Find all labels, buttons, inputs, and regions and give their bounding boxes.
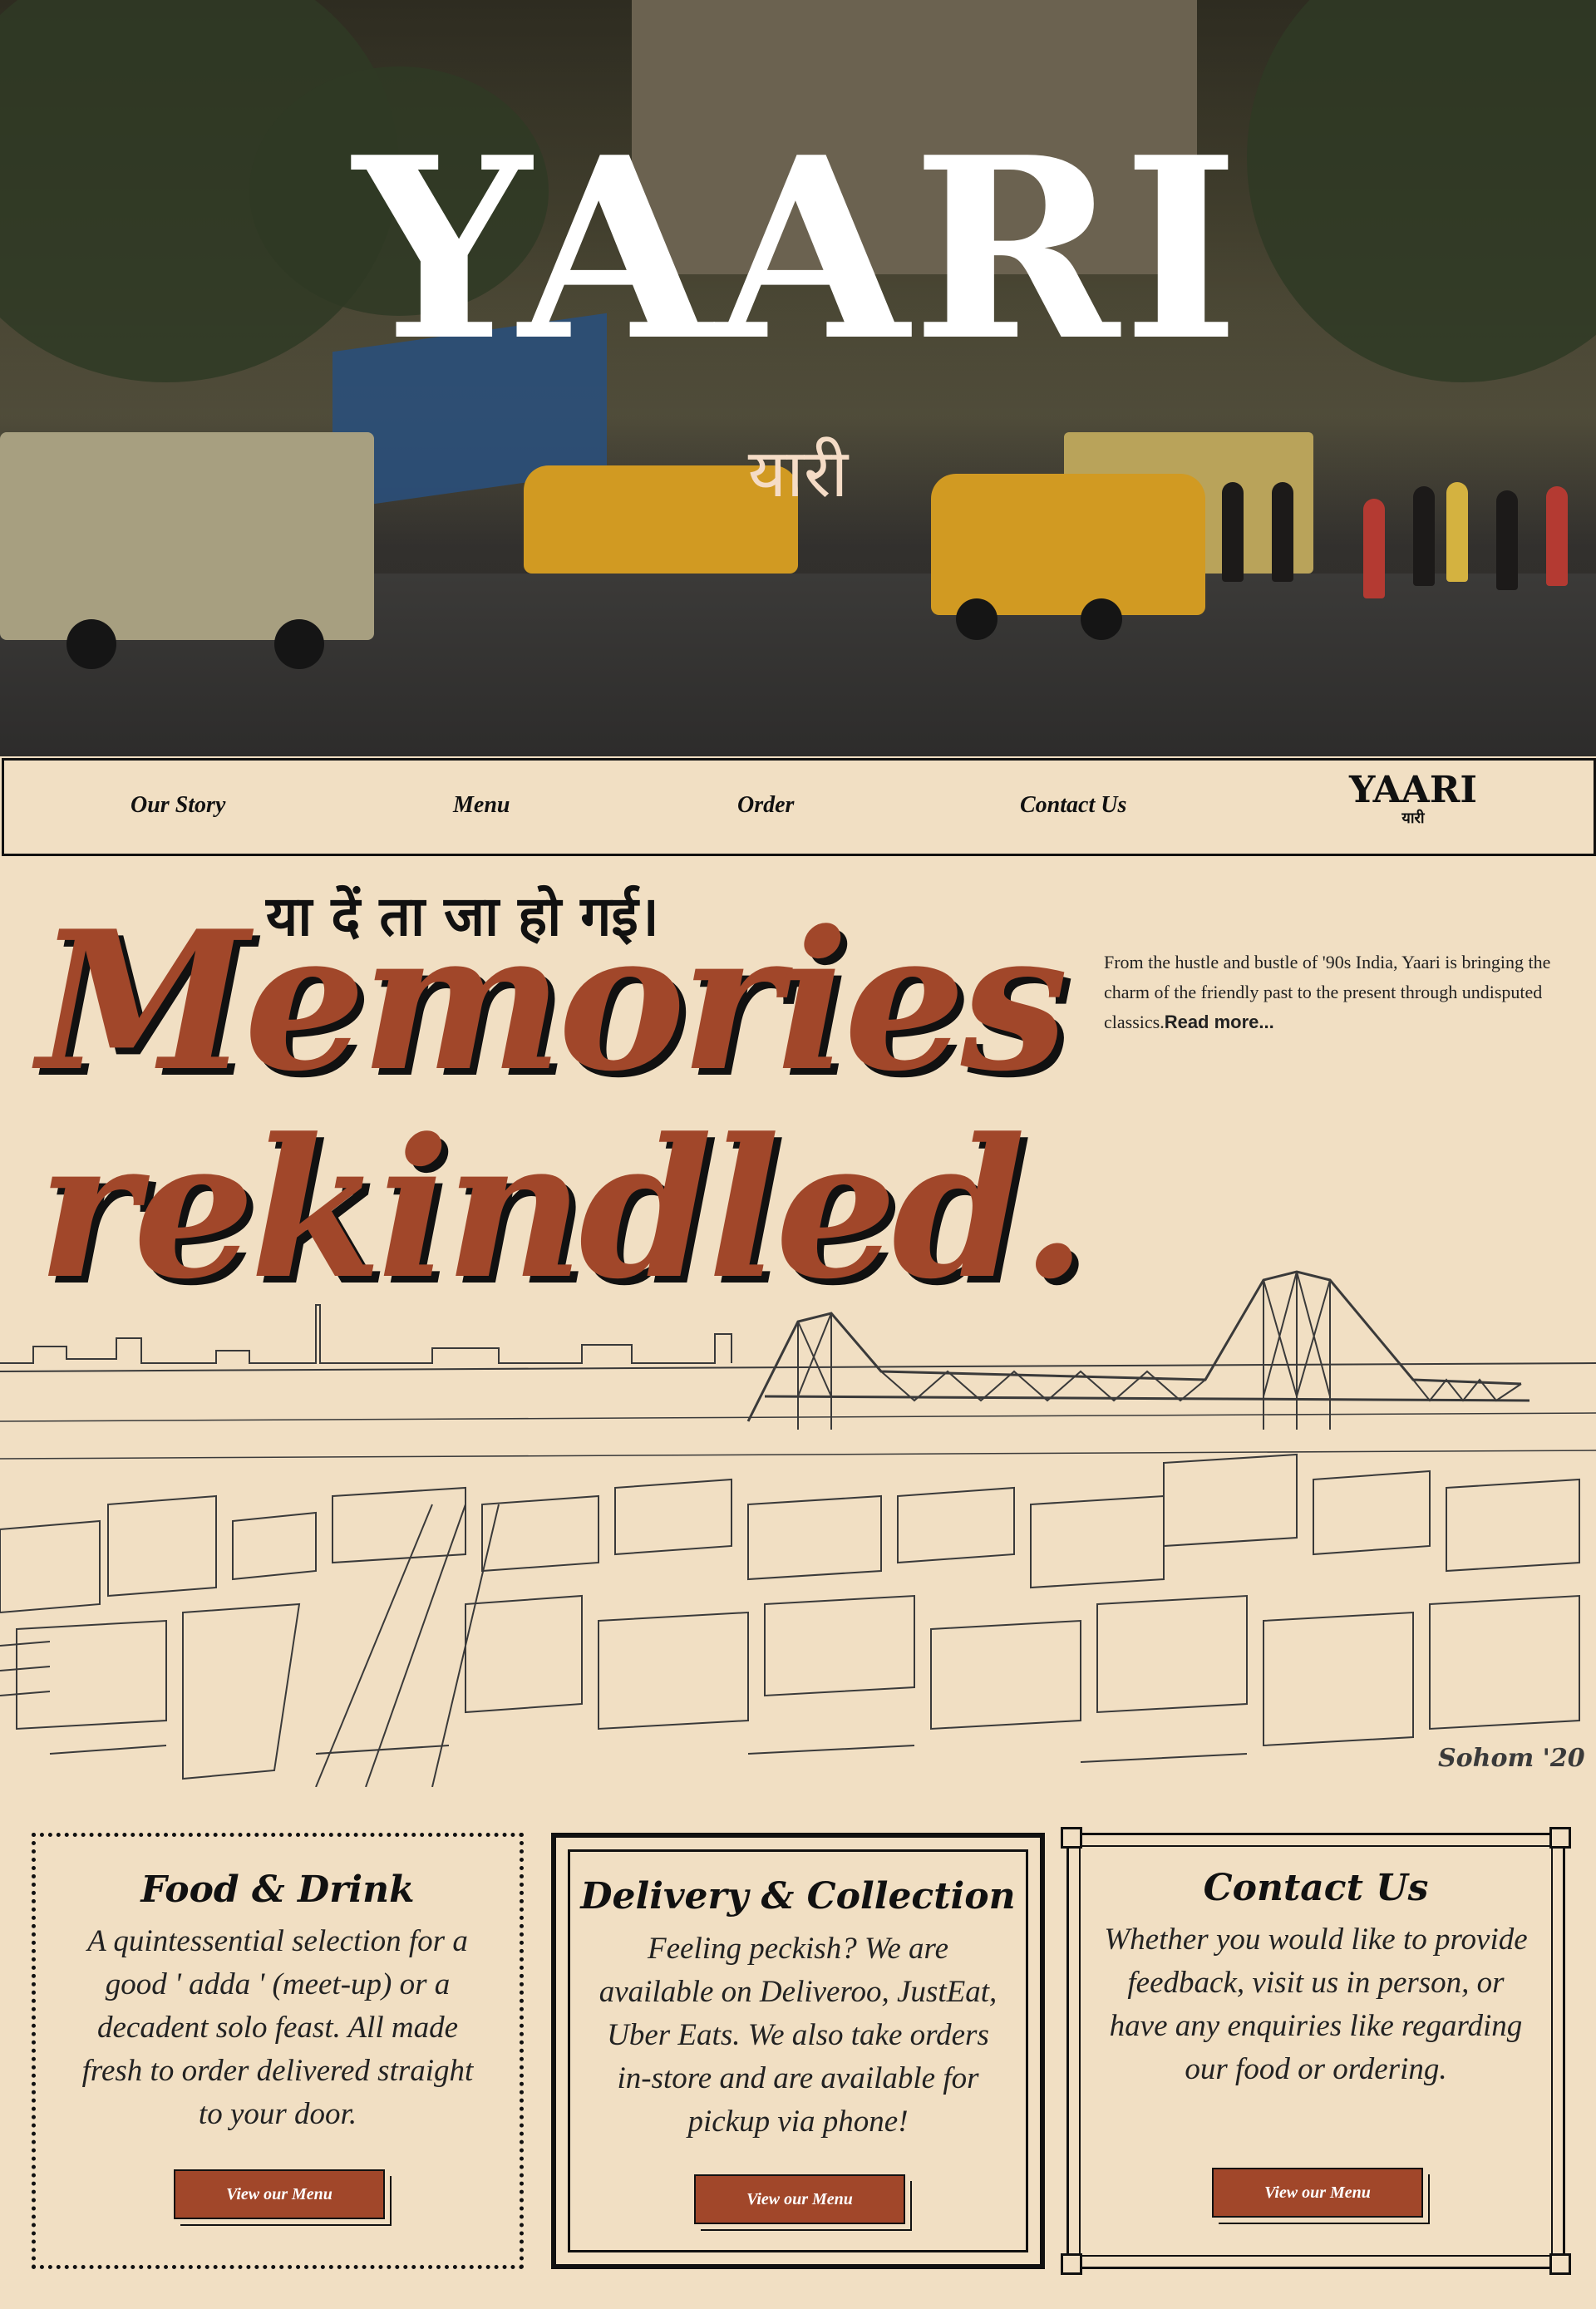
read-more-link[interactable]: Read more... bbox=[1165, 1012, 1274, 1032]
card-corner bbox=[1061, 1827, 1082, 1849]
card-corner bbox=[1061, 2253, 1082, 2275]
card-text: Feeling peckish? We are available on Del… bbox=[598, 1932, 998, 2139]
card-title: Delivery & Collection bbox=[580, 1875, 1016, 1918]
sketch-signature: Sohom '20 bbox=[1438, 1744, 1585, 1773]
card-corner bbox=[1549, 2253, 1571, 2275]
card-title: Food & Drink bbox=[140, 1868, 415, 1911]
hero-title: YAARI bbox=[352, 102, 1244, 396]
nav-order[interactable]: Order bbox=[737, 792, 794, 819]
hero-subtitle: यारी bbox=[747, 435, 849, 512]
kolkata-sketch: Sohom '20 bbox=[0, 1270, 1596, 1787]
main-nav: Our Story Menu Order Contact Us YAARI या… bbox=[2, 758, 1596, 856]
headline-hindi: या दें ता जा हो गई। bbox=[266, 884, 659, 948]
card-contact-us: Contact Us Whether you would like to pro… bbox=[1061, 1827, 1571, 2275]
card-corner bbox=[1549, 1827, 1571, 1849]
intro-text: From the hustle and bustle of '90s India… bbox=[1104, 948, 1569, 1037]
view-menu-button[interactable]: View our Menu bbox=[174, 2169, 385, 2219]
nav-contact-us[interactable]: Contact Us bbox=[1020, 792, 1126, 819]
hero-wheel bbox=[956, 598, 998, 640]
card-delivery-collection: Delivery & Collection Feeling peckish? W… bbox=[551, 1833, 1045, 2269]
nav-menu[interactable]: Menu bbox=[453, 792, 510, 819]
view-menu-button[interactable]: View our Menu bbox=[1212, 2168, 1423, 2218]
hero-banner: YAARI यारी bbox=[0, 0, 1596, 756]
hero-wheel bbox=[66, 619, 116, 669]
card-food-drink: Food & Drink A quintessential selection … bbox=[32, 1833, 524, 2269]
nav-logo[interactable]: YAARI यारी bbox=[1347, 770, 1480, 827]
hero-wheel bbox=[274, 619, 324, 669]
view-menu-button[interactable]: View our Menu bbox=[694, 2174, 905, 2224]
hero-wheel bbox=[1081, 598, 1122, 640]
card-text: A quintessential selection for a good ' … bbox=[81, 1924, 474, 2131]
nav-logo-title: YAARI bbox=[1348, 769, 1478, 811]
card-title: Contact Us bbox=[1203, 1867, 1429, 1909]
nav-our-story[interactable]: Our Story bbox=[131, 792, 225, 819]
card-text: Whether you would like to provide feedba… bbox=[1104, 1923, 1528, 2086]
nav-logo-subtitle: यारी bbox=[1401, 810, 1425, 827]
